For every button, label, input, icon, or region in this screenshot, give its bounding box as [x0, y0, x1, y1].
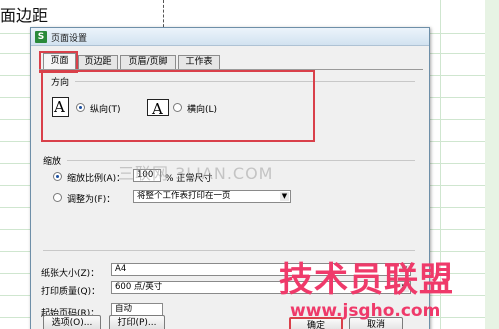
options-button[interactable]: 选项(O)... [43, 315, 101, 329]
sheet-cell-title: 面边距 [0, 6, 49, 25]
paper-size-label: 纸张大小(Z)： [41, 269, 100, 279]
dialog-titlebar[interactable]: S 页面设置 [31, 28, 429, 46]
paper-size-value: A4 [115, 264, 127, 274]
zoom-radio[interactable] [53, 172, 62, 181]
sheet-column-strip [485, 0, 499, 329]
dialog-title: 页面设置 [51, 34, 88, 44]
print-button[interactable]: 打印(P)... [109, 315, 165, 329]
watermark-text: 三联网 3LIAN.COM [118, 164, 274, 183]
tab-margins[interactable]: 页边距 [78, 55, 118, 70]
brand-logo: 技术员联盟 [279, 260, 454, 300]
app-icon: S [35, 31, 47, 43]
print-quality-label: 打印质量(Q)： [41, 287, 101, 297]
brand-url: www.jsgho.com [290, 301, 441, 321]
fit-select[interactable]: 将整个工作表打印在一页 ▼ [133, 190, 291, 203]
group-divider [43, 250, 415, 251]
tab-sheet[interactable]: 工作表 [178, 55, 220, 70]
fit-radio[interactable] [53, 193, 62, 202]
orientation-highlight-frame [41, 70, 315, 142]
print-quality-value: 600 点/英寸 [115, 282, 163, 292]
fit-select-value: 将整个工作表打印在一页 [137, 191, 231, 201]
tab-header-footer[interactable]: 页眉/页脚 [120, 55, 176, 70]
chevron-down-icon: ▼ [280, 192, 289, 201]
fit-label[interactable]: 调整为(F)： [67, 192, 115, 205]
zoom-label[interactable]: 缩放比例(A)： [67, 171, 125, 184]
scaling-label: 缩放 [43, 157, 62, 167]
